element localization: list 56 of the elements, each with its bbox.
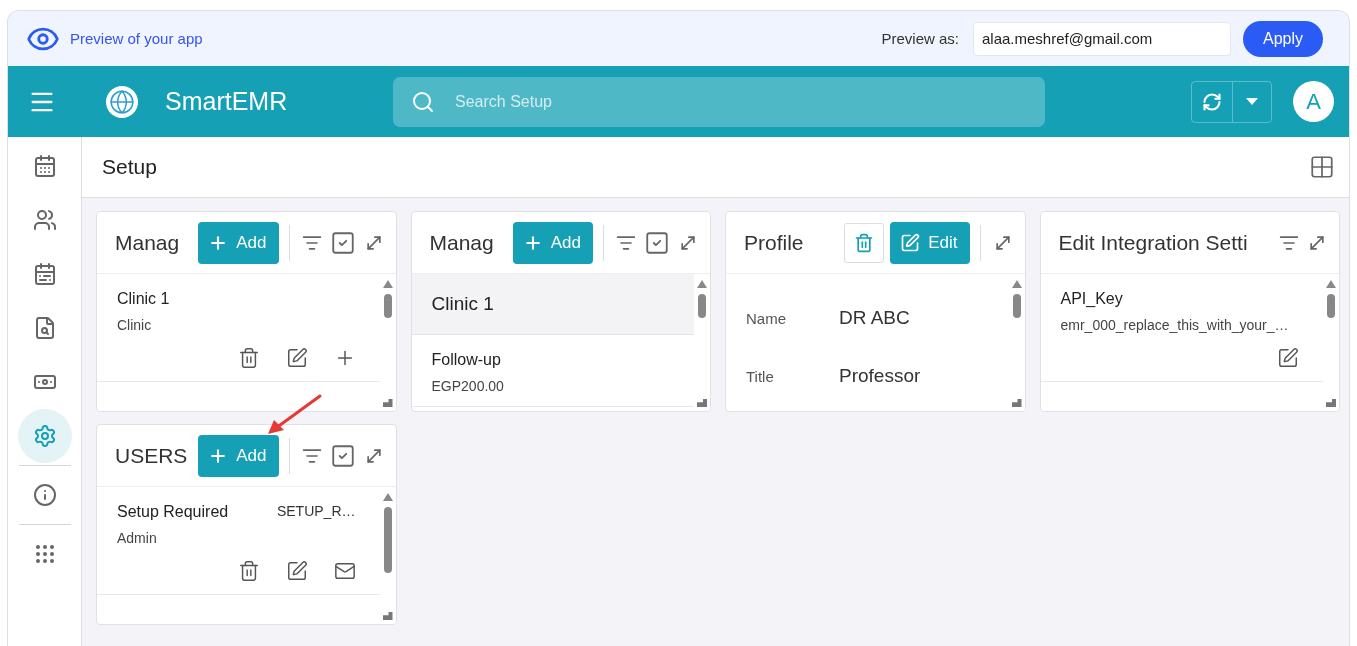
users-icon [32,208,57,232]
apply-button[interactable]: Apply [1243,20,1323,57]
add-button[interactable]: Add [198,221,279,264]
list-item[interactable]: Setup Required SETUP_R… Admin [97,487,380,595]
preview-label: Preview of your app [70,30,204,47]
edit-icon[interactable] [285,560,308,582]
page-title: Setup [102,155,158,179]
field-label: Title [746,367,775,385]
globe-logo-icon [106,85,138,118]
edit-button[interactable]: Edit [890,221,970,264]
item-title: API_Key [1060,290,1123,308]
delete-icon [854,232,875,253]
edit-icon[interactable] [285,347,308,369]
mail-icon[interactable] [333,560,356,582]
caret-icon [1246,98,1258,105]
app-name: SmartEMR [165,87,289,116]
select-all-icon[interactable] [329,229,356,256]
settings-icon [32,424,57,448]
item-subtitle: EGP200.00 [431,378,505,394]
card-title: Profile [744,230,804,255]
edit-icon[interactable] [1277,347,1299,369]
field-value: Professor [839,365,921,387]
calendar-icon [32,154,57,178]
item-subtitle: Admin [117,530,158,546]
delete-button[interactable] [844,222,885,263]
card-title: Manag [429,230,494,255]
info-icon [32,483,57,507]
field-value: DR ABC [839,307,910,329]
email-field[interactable]: alaa.meshref@gmail.com [973,21,1231,56]
select-all-icon[interactable] [329,442,356,469]
card-title: Edit Integration Setti [1058,230,1248,255]
delete-icon[interactable] [237,560,260,582]
list-item[interactable]: Clinic 1 Clinic [97,274,380,382]
item-code: SETUP_R… [276,503,356,521]
field-label: Name [746,309,787,327]
group-title: Clinic 1 [431,293,494,315]
select-all-icon[interactable] [644,229,670,256]
sync-icon [1202,91,1222,112]
settings-nav-item[interactable] [17,409,72,463]
grid-layout-icon[interactable] [1309,154,1335,180]
sync-split-button[interactable] [1191,80,1272,123]
user-avatar[interactable]: A [1293,81,1334,122]
calendar-grid-icon [32,262,57,286]
item-subtitle: Clinic [117,317,153,333]
card-title: Manag [115,230,180,255]
card-title: USERS [115,443,188,468]
add-button[interactable]: Add [512,221,593,264]
preview-as-label: Preview as: [881,30,959,47]
item-title: Follow-up [431,351,501,369]
item-title: Setup Required [117,503,229,521]
item-title: Clinic 1 [117,290,170,308]
delete-icon[interactable] [237,347,260,369]
item-subtitle: emr_000_replace_this_with_your_… [1060,317,1290,333]
add-button[interactable]: Add [198,434,279,477]
edit-icon [900,232,921,253]
search-icon [411,89,435,114]
